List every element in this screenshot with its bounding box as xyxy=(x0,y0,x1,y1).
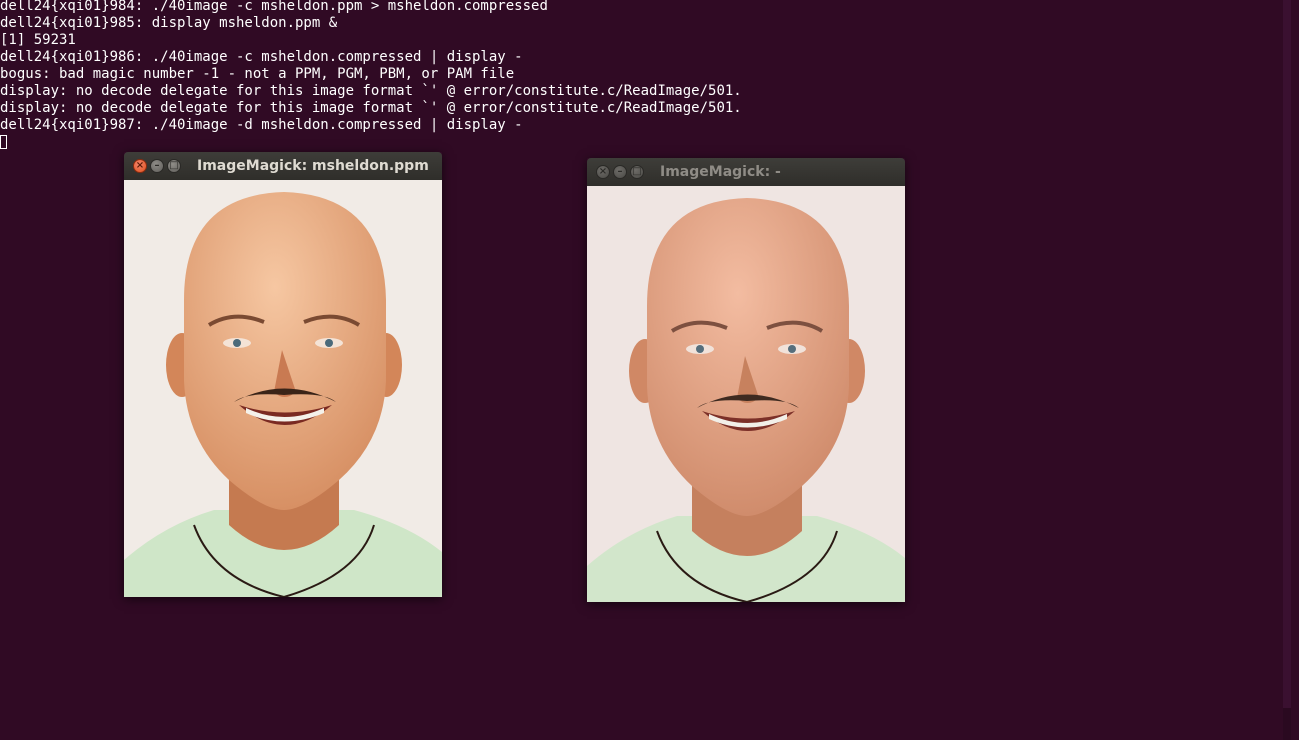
terminal-line: dell24{xqi01}987: ./40image -d msheldon.… xyxy=(0,117,523,133)
close-icon: × xyxy=(135,160,145,171)
window-titlebar[interactable]: × – □ ImageMagick: msheldon.ppm xyxy=(124,152,442,180)
portrait-illustration xyxy=(124,180,442,597)
terminal-line: [1] 59231 xyxy=(0,32,76,48)
window-title: ImageMagick: msheldon.ppm xyxy=(197,158,429,174)
close-icon: × xyxy=(598,166,608,177)
window-title: ImageMagick: - xyxy=(660,164,781,180)
close-button[interactable]: × xyxy=(133,159,147,173)
maximize-icon: □ xyxy=(169,160,179,171)
terminal-prompt-line[interactable] xyxy=(0,134,742,151)
terminal-line: dell24{xqi01}984: ./40image -c msheldon.… xyxy=(0,0,548,14)
minimize-button[interactable]: – xyxy=(150,159,164,173)
maximize-button[interactable]: □ xyxy=(167,159,181,173)
minimize-icon: – xyxy=(617,166,623,177)
terminal-line: display: no decode delegate for this ima… xyxy=(0,83,742,99)
terminal-line: bogus: bad magic number -1 - not a PPM, … xyxy=(0,66,515,82)
text-cursor xyxy=(0,135,7,149)
window-titlebar[interactable]: × – □ ImageMagick: - xyxy=(587,158,905,186)
imagemagick-window-decompressed[interactable]: × – □ ImageMagick: - xyxy=(587,158,905,602)
terminal-line: dell24{xqi01}986: ./40image -c msheldon.… xyxy=(0,49,523,65)
maximize-icon: □ xyxy=(632,166,642,177)
imagemagick-window-original[interactable]: × – □ ImageMagick: msheldon.ppm xyxy=(124,152,442,597)
minimize-icon: – xyxy=(154,160,160,171)
scrollbar-thumb[interactable] xyxy=(1283,0,1291,708)
portrait-illustration xyxy=(587,186,905,602)
portrait-image[interactable] xyxy=(587,186,905,602)
terminal-output: dell24{xqi01}984: ./40image -c msheldon.… xyxy=(0,0,742,151)
terminal-line: display: no decode delegate for this ima… xyxy=(0,100,742,116)
portrait-image[interactable] xyxy=(124,180,442,597)
close-button[interactable]: × xyxy=(596,165,610,179)
minimize-button[interactable]: – xyxy=(613,165,627,179)
maximize-button[interactable]: □ xyxy=(630,165,644,179)
terminal-scrollbar[interactable] xyxy=(1283,0,1291,740)
terminal-line: dell24{xqi01}985: display msheldon.ppm & xyxy=(0,15,338,31)
